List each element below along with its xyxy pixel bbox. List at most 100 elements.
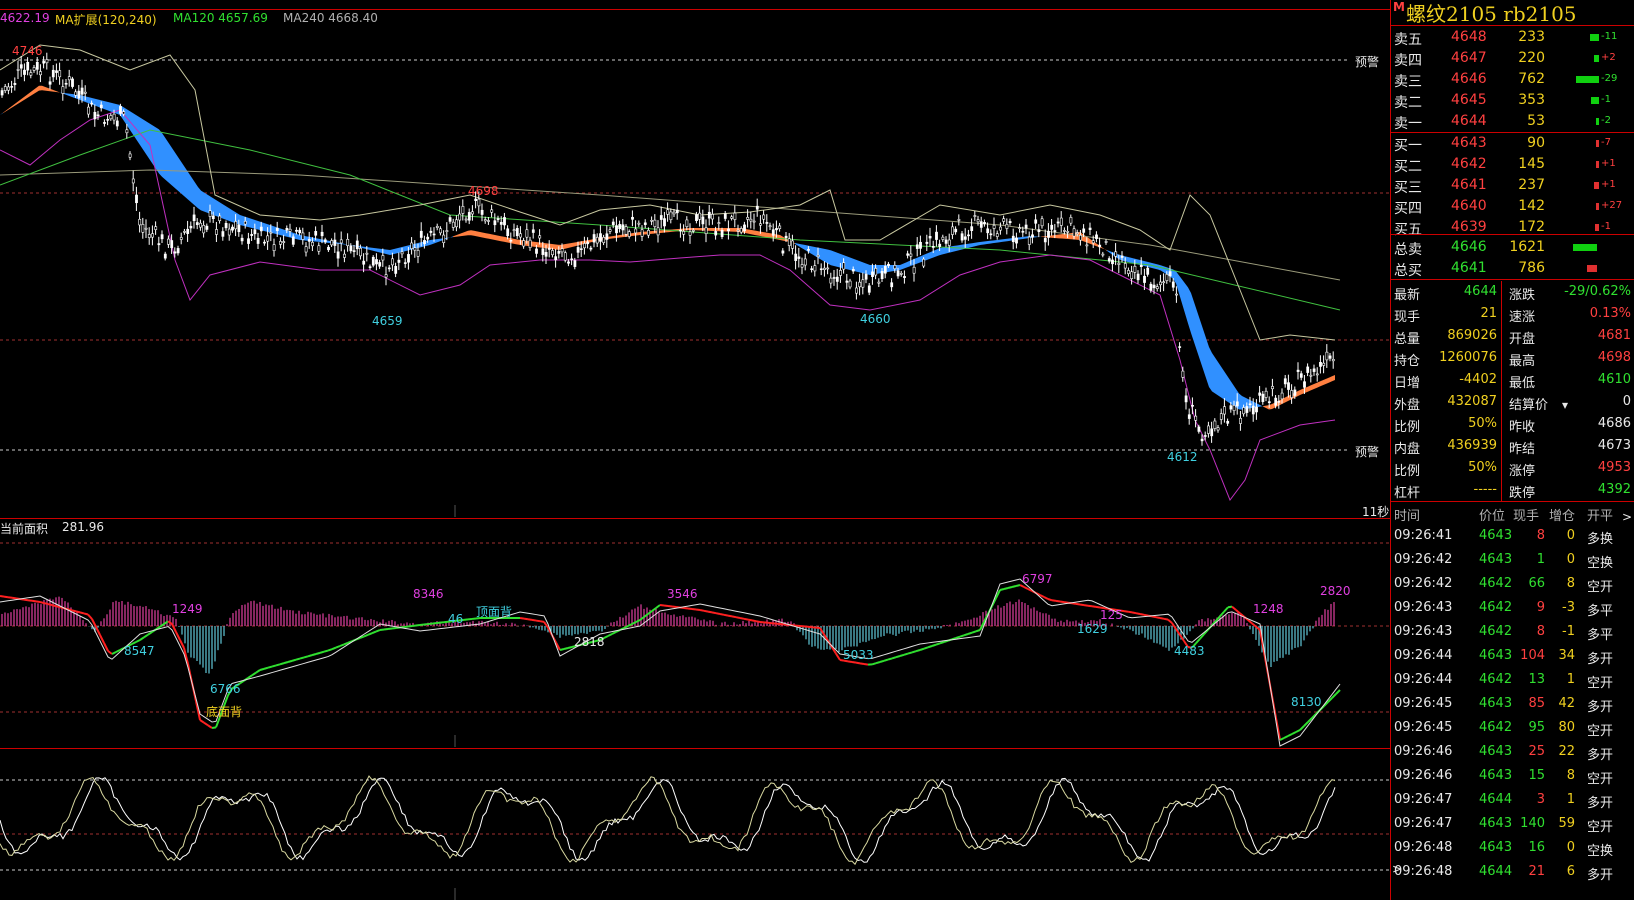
bid-volume: 90 — [1527, 135, 1545, 151]
trade-volume: 16 — [1528, 840, 1545, 855]
ask-change: -2 — [1601, 115, 1611, 126]
area-panel-value: 281.96 — [62, 520, 104, 534]
ask-row[interactable]: 卖四 4647 220 +2 — [1391, 48, 1634, 69]
quote-left-label: 总量 — [1394, 332, 1421, 347]
trade-row[interactable]: 09:26:42 4643 1 0 空换 — [1391, 548, 1634, 572]
bid-volume: 145 — [1518, 156, 1545, 172]
total-sell-volume: 1621 — [1509, 239, 1545, 255]
bid-volume-bar — [1596, 203, 1599, 210]
bid-price[interactable]: 4643 — [1451, 135, 1487, 151]
trade-row[interactable]: 09:26:47 4643 140 59 空开 — [1391, 812, 1634, 836]
interval-label: 11秒 — [1362, 505, 1390, 519]
quote-left-value: -4402 — [1459, 372, 1497, 387]
quote-left-label: 比例 — [1394, 420, 1421, 435]
trade-time: 09:26:48 — [1394, 864, 1453, 879]
price-4659-label: 4659 — [372, 314, 403, 328]
separator — [1391, 279, 1634, 280]
bid-volume-bar — [1596, 140, 1599, 147]
trade-row[interactable]: 09:26:44 4642 13 1 空开 — [1391, 668, 1634, 692]
trade-time: 09:26:41 — [1394, 528, 1453, 543]
trade-price: 4643 — [1479, 552, 1513, 567]
separator — [1391, 501, 1634, 502]
col-type: 开平 — [1587, 509, 1614, 524]
quote-right-label: 昨结 — [1509, 442, 1536, 457]
area-annotation: 46 — [448, 612, 464, 626]
trade-type: 多平 — [1587, 604, 1614, 619]
ask-row[interactable]: 卖五 4648 233 -11 — [1391, 27, 1634, 48]
trade-type: 空开 — [1587, 724, 1614, 739]
trade-row[interactable]: 09:26:43 4642 9 -3 多平 — [1391, 596, 1634, 620]
quote-row: 最新 4644 涨跌 -29/0.62% — [1391, 281, 1634, 303]
quote-right-value: 4681 — [1597, 328, 1631, 343]
bid-row[interactable]: 买二 4642 145 +1 — [1391, 154, 1634, 175]
trade-row[interactable]: 09:26:44 4643 104 34 多开 — [1391, 644, 1634, 668]
trade-oi-change: 42 — [1558, 696, 1575, 711]
ask-row[interactable]: 卖二 4645 353 -1 — [1391, 90, 1634, 111]
bid-row[interactable]: 买一 4643 90 -7 — [1391, 133, 1634, 154]
trade-volume: 1 — [1536, 552, 1545, 567]
trade-time: 09:26:44 — [1394, 672, 1453, 687]
quote-row: 内盘 436939 昨结 4673 — [1391, 435, 1634, 457]
quote-left-label: 最新 — [1394, 288, 1421, 303]
trade-row[interactable]: 09:26:43 4642 8 -1 多平 — [1391, 620, 1634, 644]
ask-price[interactable]: 4646 — [1451, 71, 1487, 87]
chart-area[interactable]: 4622.19 MA扩展(120,240) MA120 4657.69 MA24… — [0, 0, 1390, 900]
trade-oi-change: 8 — [1566, 576, 1575, 591]
quote-right-label: 开盘 — [1509, 332, 1536, 347]
trade-row[interactable]: 09:26:46 4643 25 22 多开 — [1391, 740, 1634, 764]
trade-row[interactable]: 09:26:47 4644 3 1 多开 — [1391, 788, 1634, 812]
trade-oi-change: 34 — [1558, 648, 1575, 663]
area-annotation: 1629 — [1077, 622, 1108, 636]
quote-left-value: 50% — [1468, 416, 1497, 431]
ask-volume: 220 — [1518, 50, 1545, 66]
trade-row[interactable]: 09:26:46 4643 15 8 空开 — [1391, 764, 1634, 788]
bid-row[interactable]: 买四 4640 142 +27 — [1391, 196, 1634, 217]
bid-row[interactable]: 买三 4641 237 +1 — [1391, 175, 1634, 196]
ask-level-label: 卖三 — [1394, 74, 1422, 90]
ask-price[interactable]: 4644 — [1451, 113, 1487, 129]
bid-price[interactable]: 4642 — [1451, 156, 1487, 172]
quote-left-label: 外盘 — [1394, 398, 1421, 413]
bid-price[interactable]: 4641 — [1451, 177, 1487, 193]
bid-level-label: 买三 — [1394, 180, 1422, 196]
area-annotation: 1249 — [172, 602, 203, 616]
total-sell-price: 4646 — [1451, 239, 1487, 255]
trade-row[interactable]: 09:26:48 4643 16 0 空换 — [1391, 836, 1634, 860]
ask-row[interactable]: 卖三 4646 762 -29 — [1391, 69, 1634, 90]
ask-row[interactable]: 卖一 4644 53 -2 — [1391, 111, 1634, 132]
trade-row[interactable]: 09:26:42 4642 66 8 空开 — [1391, 572, 1634, 596]
bid-price[interactable]: 4639 — [1451, 219, 1487, 235]
col-time: 时间 — [1394, 509, 1421, 524]
ask-change: -11 — [1601, 31, 1618, 42]
alert-top-label[interactable]: 预警 — [1355, 53, 1379, 70]
ask-change: -29 — [1601, 73, 1618, 84]
ma120-label: MA120 4657.69 — [173, 11, 268, 25]
area-annotation: 2818 — [574, 635, 605, 649]
quote-right-value: 4392 — [1597, 482, 1631, 497]
ask-level-label: 卖一 — [1394, 116, 1422, 132]
trade-row[interactable]: 09:26:48 4644 21 6 多开 — [1391, 860, 1634, 884]
trade-price: 4644 — [1479, 792, 1513, 807]
separator — [1391, 234, 1634, 235]
trade-row[interactable]: 09:26:45 4642 95 80 空开 — [1391, 716, 1634, 740]
ask-volume: 53 — [1527, 113, 1545, 129]
settlement-dropdown-icon[interactable]: ▾ — [1562, 398, 1568, 412]
trade-oi-change: 80 — [1558, 720, 1575, 735]
trade-row[interactable]: 09:26:45 4643 85 42 多开 — [1391, 692, 1634, 716]
alert-bottom-label[interactable]: 预警 — [1355, 443, 1379, 460]
total-buy-label: 总买 — [1394, 263, 1422, 279]
ma-extension-label[interactable]: MA扩展(120,240) — [55, 11, 157, 28]
bid-volume-bar — [1595, 224, 1599, 231]
quote-panel: M 螺纹2105 rb2105 卖五 4648 233 -11 卖四 4647 220 +2 卖… — [1390, 0, 1634, 900]
trade-time: 09:26:42 — [1394, 552, 1453, 567]
trade-volume: 8 — [1536, 624, 1545, 639]
trade-time: 09:26:45 — [1394, 696, 1453, 711]
trade-row[interactable]: 09:26:41 4643 8 0 多换 — [1391, 524, 1634, 548]
bid-price[interactable]: 4640 — [1451, 198, 1487, 214]
ask-price[interactable]: 4645 — [1451, 92, 1487, 108]
trade-volume: 104 — [1520, 648, 1545, 663]
ask-price[interactable]: 4648 — [1451, 29, 1487, 45]
ask-price[interactable]: 4647 — [1451, 50, 1487, 66]
quote-left-value: 4644 — [1463, 284, 1497, 299]
scroll-indicator-icon[interactable]: > — [1622, 510, 1632, 524]
